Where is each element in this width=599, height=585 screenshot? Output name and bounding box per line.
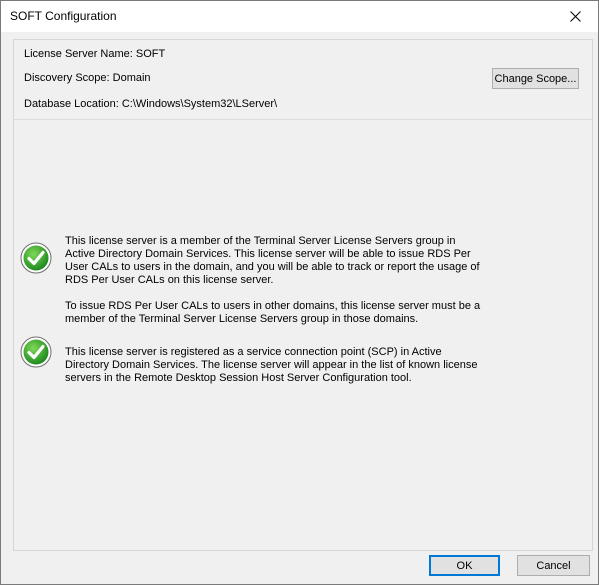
close-button[interactable] xyxy=(552,1,598,32)
status-paragraph: This license server is registered as a s… xyxy=(65,346,478,384)
check-icon xyxy=(20,336,52,368)
configuration-dialog: SOFT Configuration License Server Name: … xyxy=(0,0,599,585)
status-paragraph: This license server is a member of the T… xyxy=(65,235,480,286)
ok-button[interactable]: OK xyxy=(429,555,500,576)
database-location-label: Database Location: C:\Windows\System32\L… xyxy=(24,98,278,110)
divider xyxy=(14,119,592,120)
change-scope-button[interactable]: Change Scope... xyxy=(492,68,579,89)
cancel-button[interactable]: Cancel xyxy=(517,555,590,576)
status-scp-registration-text: This license server is registered as a s… xyxy=(65,346,485,385)
close-icon xyxy=(569,11,581,22)
check-icon xyxy=(20,242,52,274)
title-bar[interactable]: SOFT Configuration xyxy=(1,1,598,32)
status-paragraph: To issue RDS Per User CALs to users in o… xyxy=(65,300,481,325)
server-name-label: License Server Name: SOFT xyxy=(24,48,166,60)
window-title: SOFT Configuration xyxy=(10,9,117,23)
discovery-scope-label: Discovery Scope: Domain xyxy=(24,72,151,84)
status-scp-group-text: This license server is a member of the T… xyxy=(65,235,485,326)
configuration-panel: License Server Name: SOFT Discovery Scop… xyxy=(13,39,593,551)
